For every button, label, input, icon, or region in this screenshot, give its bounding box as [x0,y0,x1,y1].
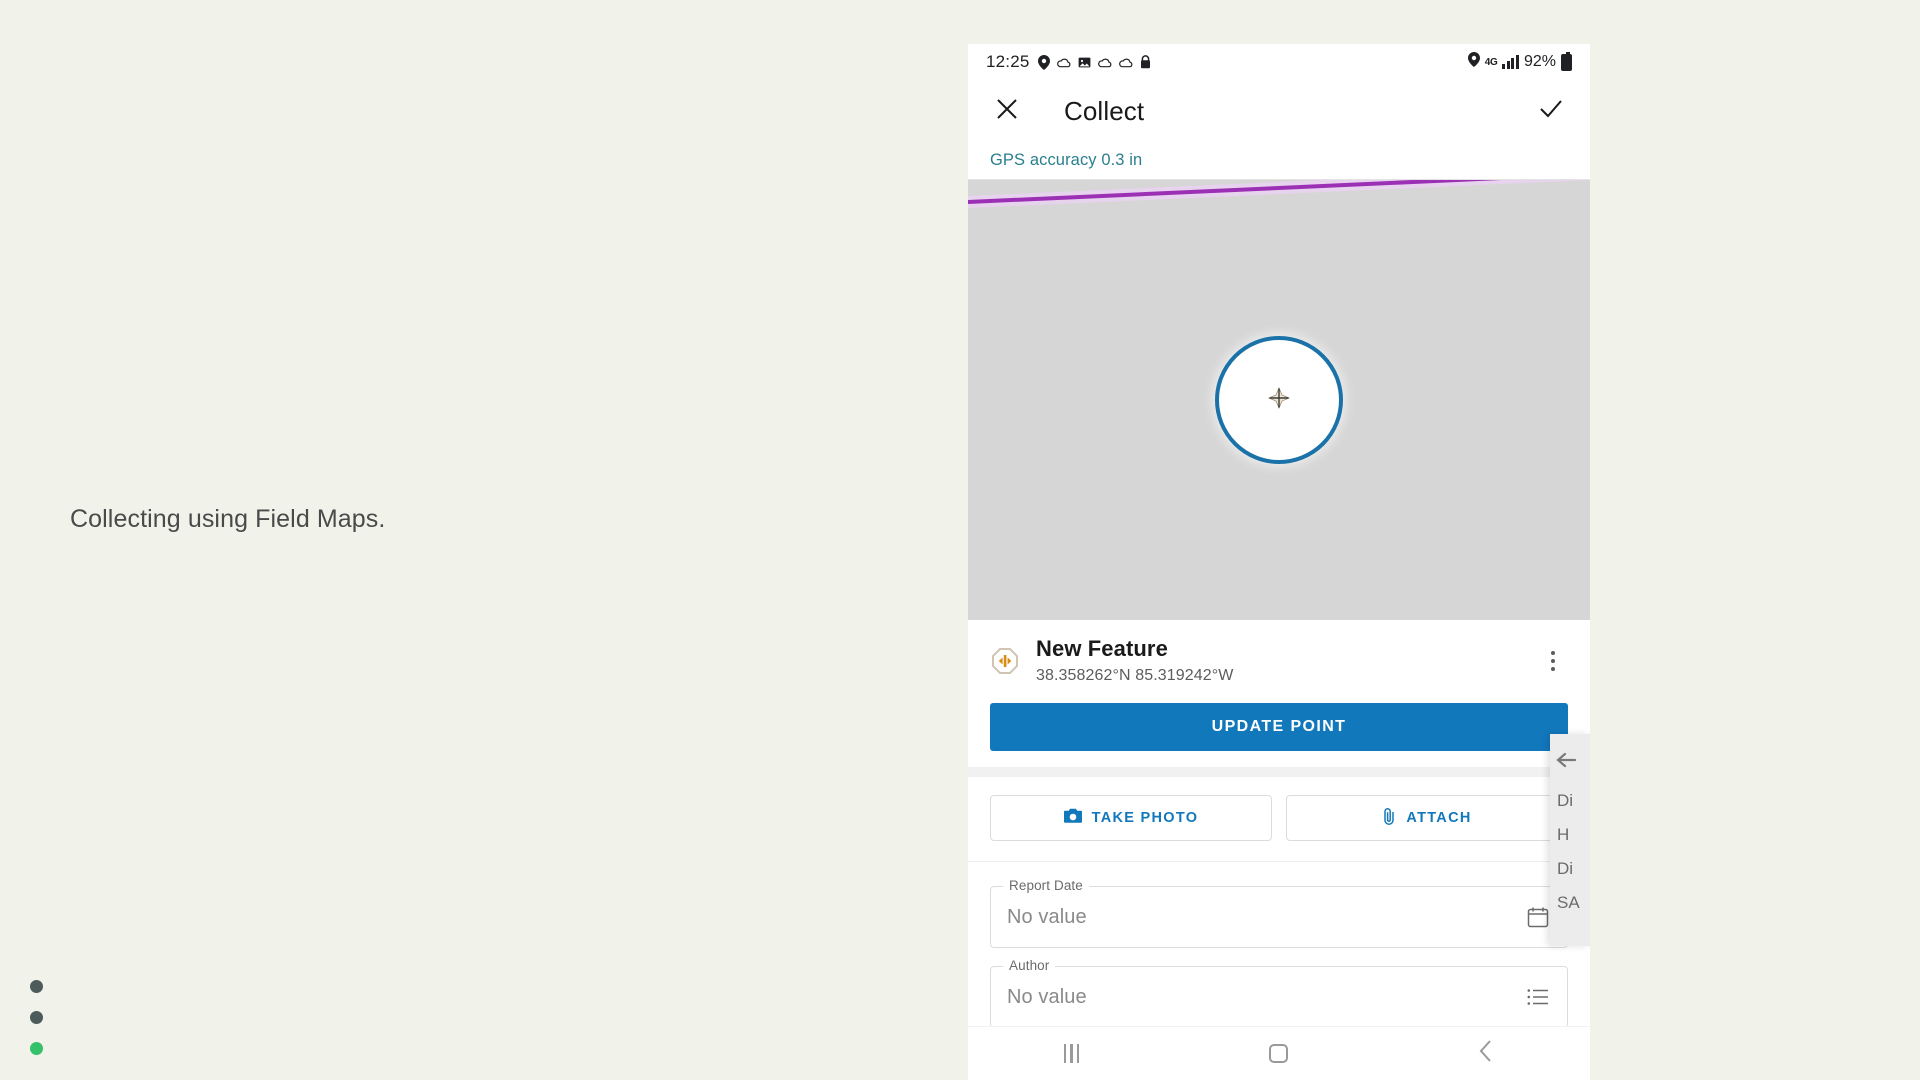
list-icon[interactable] [1525,984,1551,1010]
attachment-actions: TAKE PHOTO ATTACH [968,777,1590,855]
cloud-icon [1097,57,1112,68]
section-divider [968,767,1590,777]
slide-caption: Collecting using Field Maps. [70,505,386,533]
feature-card: New Feature 38.358262°N 85.319242°W UPDA… [968,620,1590,767]
gps-accuracy-strip: GPS accuracy 0.3 in [968,142,1590,180]
field-author[interactable]: Author No value [990,958,1568,1026]
close-button[interactable] [990,94,1024,128]
gps-accuracy-label: GPS accuracy 0.3 in [990,151,1143,169]
cloud-icon [1056,57,1071,68]
back-arrow-icon [1556,752,1577,773]
feature-title: New Feature [1036,636,1168,661]
app-bar: Collect [968,80,1590,142]
progress-dot-2[interactable] [30,1011,43,1024]
network-type-label: 4G [1484,56,1498,68]
field-report-date-label: Report Date [1003,878,1089,893]
cloud-icon [1118,57,1133,68]
close-icon [996,98,1018,125]
take-photo-label: TAKE PHOTO [1091,810,1199,826]
side-panel[interactable]: Di H Di SA [1550,734,1590,946]
field-report-date[interactable]: Report Date No value [990,878,1568,948]
map-view[interactable] [968,180,1590,620]
side-panel-item-1[interactable]: Di [1550,784,1590,818]
feature-coordinates: 38.358262°N 85.319242°W [1036,667,1234,684]
home-icon [1269,1044,1289,1063]
side-panel-arrow[interactable] [1550,740,1590,784]
location-icon [1467,52,1480,72]
camera-icon [1063,808,1082,828]
feature-text: New Feature 38.358262°N 85.319242°W [1036,636,1522,685]
recents-icon [1063,1044,1080,1063]
side-panel-item-3[interactable]: Di [1550,852,1590,886]
crosshair-target-icon [1267,386,1291,414]
side-panel-item-4[interactable]: SA [1550,886,1590,920]
back-icon [1479,1040,1493,1067]
attach-button[interactable]: ATTACH [1286,795,1568,841]
kebab-menu-icon[interactable] [1538,644,1568,678]
progress-dot-3[interactable] [30,1042,43,1055]
status-time: 12:25 [986,52,1030,71]
check-icon [1539,98,1563,125]
field-report-date-value: No value [1007,905,1087,928]
collect-location-circle[interactable] [1215,336,1343,464]
status-right-icons: 4G 92% [1467,51,1572,72]
nav-home-button[interactable] [1244,1034,1314,1074]
nav-recents-button[interactable] [1037,1034,1107,1074]
android-nav-bar [968,1026,1590,1080]
signal-bars-icon [1502,55,1519,69]
battery-percent-label: 92% [1523,53,1556,70]
feature-form: Report Date No value Author No value Nee… [968,861,1590,1026]
status-left-icons [1037,54,1151,70]
image-icon [1078,56,1091,69]
side-panel-item-2[interactable]: H [1550,818,1590,852]
phone-screenshot: 12:25 4G 92% Collect GPS accuracy 0.3 in… [968,44,1590,1080]
battery-icon [1561,51,1572,71]
valve-fitting-icon [990,646,1020,676]
status-bar: 12:25 4G 92% [968,44,1590,80]
attach-label: ATTACH [1406,810,1472,826]
progress-dot-1[interactable] [30,980,43,993]
feature-row: New Feature 38.358262°N 85.319242°W [990,636,1568,685]
page-title: Collect [1064,95,1145,126]
confirm-button[interactable] [1534,94,1568,128]
take-photo-button[interactable]: TAKE PHOTO [990,795,1272,841]
paperclip-icon [1382,807,1396,829]
update-point-button[interactable]: UPDATE POINT [990,703,1568,751]
field-author-label: Author [1003,958,1056,973]
calendar-icon[interactable] [1525,904,1551,930]
field-author-value: No value [1007,985,1087,1008]
lock-icon [1140,55,1151,69]
progress-dots [30,980,43,1055]
nav-back-button[interactable] [1451,1034,1521,1074]
location-icon [1037,54,1050,70]
